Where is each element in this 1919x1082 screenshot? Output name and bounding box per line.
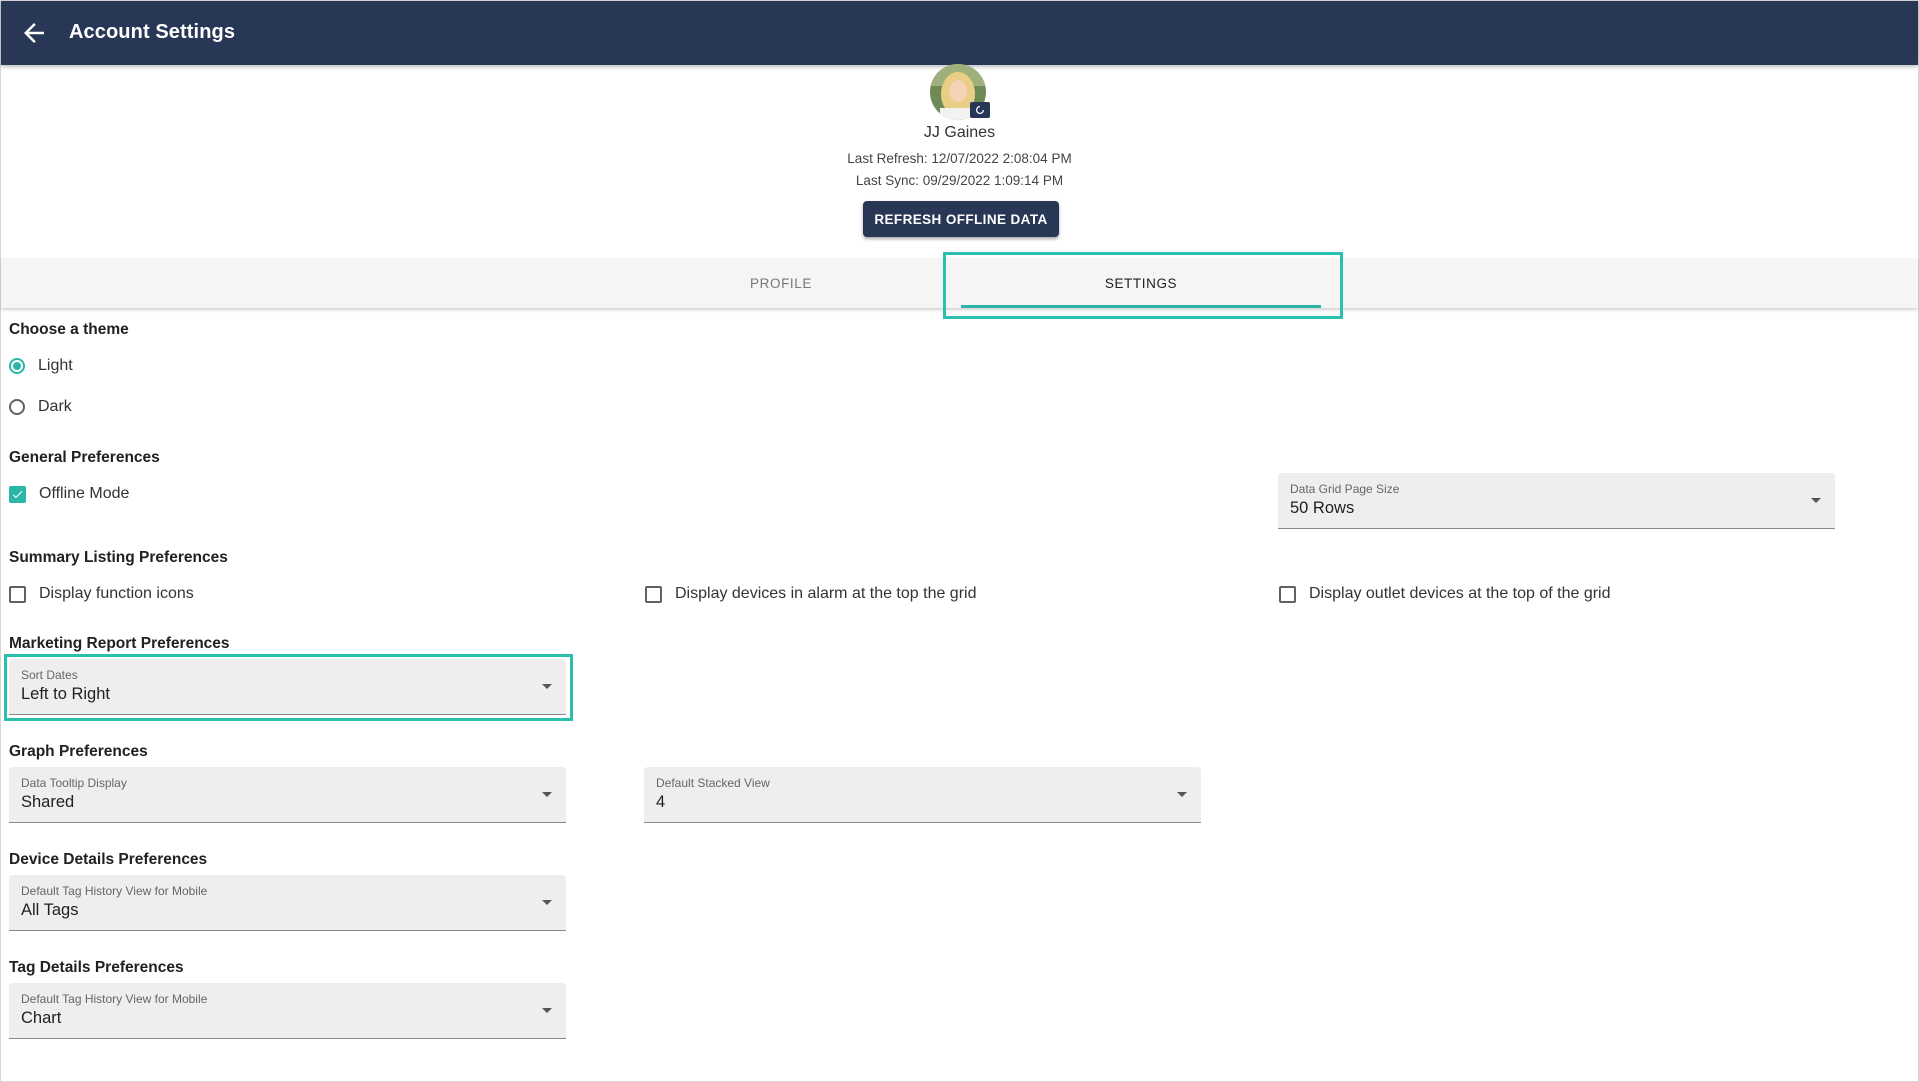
select-value: 50 Rows <box>1290 499 1355 517</box>
select-value: All Tags <box>21 901 79 919</box>
radio-light[interactable] <box>9 358 25 374</box>
display-alarm-devices-option[interactable]: Display devices in alarm at the top the … <box>645 582 976 606</box>
checkbox[interactable] <box>9 585 26 603</box>
display-outlet-devices-option[interactable]: Display outlet devices at the top of the… <box>1279 582 1611 606</box>
summary-heading: Summary Listing Preferences <box>9 549 228 566</box>
tab-bar: PROFILE SETTINGS <box>1 258 1918 308</box>
select-label: Default Tag History View for Mobile <box>21 992 208 1006</box>
dropdown-arrow-icon <box>1811 498 1821 503</box>
checkbox[interactable] <box>1279 585 1296 603</box>
offline-mode-checkbox[interactable] <box>9 485 26 503</box>
dropdown-arrow-icon <box>542 684 552 689</box>
avatar-container[interactable] <box>930 64 990 120</box>
theme-option-label: Light <box>38 357 73 374</box>
select-value: Chart <box>21 1009 62 1027</box>
marketing-heading: Marketing Report Preferences <box>9 635 230 652</box>
arrow-left-icon <box>24 23 44 43</box>
tab-settings[interactable]: SETTINGS <box>961 258 1321 308</box>
select-value: 4 <box>656 793 666 811</box>
dropdown-arrow-icon <box>1177 792 1187 797</box>
checkbox[interactable] <box>645 585 662 603</box>
last-sync-text: Last Sync: 09/29/2022 1:09:14 PM <box>855 173 1064 188</box>
last-refresh-text: Last Refresh: 12/07/2022 2:08:04 PM <box>847 151 1072 166</box>
select-label: Data Grid Page Size <box>1290 482 1400 496</box>
offline-mode-option[interactable]: Offline Mode <box>9 482 129 506</box>
theme-option-dark[interactable]: Dark <box>9 395 72 419</box>
checkbox-label: Display function icons <box>39 585 194 602</box>
sort-dates-select[interactable]: Sort Dates Left to Right <box>9 659 566 715</box>
user-name: JJ Gaines <box>923 124 996 141</box>
tag-heading: Tag Details Preferences <box>9 959 184 976</box>
dropdown-arrow-icon <box>542 1008 552 1013</box>
checkbox-label: Display outlet devices at the top of the… <box>1309 585 1611 602</box>
theme-heading: Choose a theme <box>9 321 129 338</box>
sync-icon <box>970 102 990 118</box>
theme-option-label: Dark <box>38 398 72 415</box>
tag-history-select[interactable]: Default Tag History View for Mobile Char… <box>9 983 566 1039</box>
back-button[interactable] <box>19 18 49 48</box>
select-value: Left to Right <box>21 685 110 703</box>
page-title: Account Settings <box>69 21 236 43</box>
dropdown-arrow-icon <box>542 792 552 797</box>
dropdown-arrow-icon <box>542 900 552 905</box>
general-heading: General Preferences <box>9 449 160 466</box>
theme-option-light[interactable]: Light <box>9 354 73 378</box>
refresh-offline-data-button[interactable]: REFRESH OFFLINE DATA <box>863 201 1059 237</box>
active-tab-indicator <box>961 305 1321 308</box>
offline-mode-label: Offline Mode <box>39 485 130 502</box>
select-label: Data Tooltip Display <box>21 776 127 790</box>
radio-dark[interactable] <box>9 399 25 415</box>
default-stacked-view-select[interactable]: Default Stacked View 4 <box>644 767 1201 823</box>
select-label: Sort Dates <box>21 668 78 682</box>
select-label: Default Stacked View <box>656 776 770 790</box>
check-icon <box>12 490 23 498</box>
data-grid-page-size-select[interactable]: Data Grid Page Size 50 Rows <box>1278 473 1835 529</box>
graph-heading: Graph Preferences <box>9 743 148 760</box>
select-value: Shared <box>21 793 75 811</box>
display-function-icons-option[interactable]: Display function icons <box>9 582 194 606</box>
data-tooltip-display-select[interactable]: Data Tooltip Display Shared <box>9 767 566 823</box>
app-bar: Account Settings <box>1 1 1918 65</box>
checkbox-label: Display devices in alarm at the top the … <box>675 585 977 602</box>
tab-profile[interactable]: PROFILE <box>601 258 961 308</box>
select-label: Default Tag History View for Mobile <box>21 884 208 898</box>
device-tag-history-select[interactable]: Default Tag History View for Mobile All … <box>9 875 566 931</box>
device-heading: Device Details Preferences <box>9 851 208 868</box>
